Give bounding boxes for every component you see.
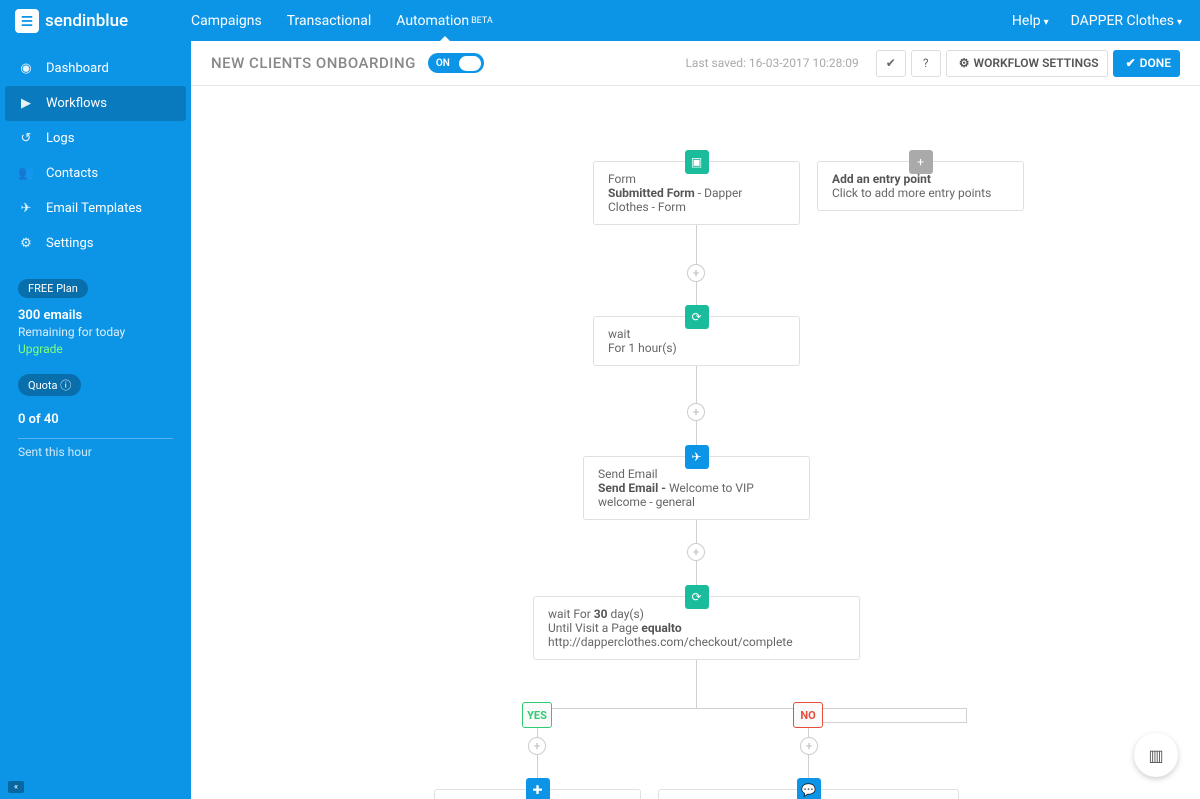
node-wait[interactable]: ⟳ wait For 1 hour(s) (593, 316, 800, 366)
check-icon: ✔ (1126, 56, 1136, 70)
email-icon: ✈ (18, 201, 34, 216)
sidebar-item-contacts[interactable]: 👥Contacts (0, 156, 191, 191)
add-step-button[interactable]: + (687, 543, 705, 561)
workflow-settings-button[interactable]: ⚙WORKFLOW SETTINGS (946, 50, 1108, 77)
remaining-label: Remaining for today (18, 325, 173, 339)
stats-fab[interactable]: ▥ (1134, 733, 1178, 777)
sidebar-item-settings[interactable]: ⚙Settings (0, 226, 191, 261)
gear-icon: ⚙ (18, 236, 34, 251)
done-button[interactable]: ✔DONE (1113, 50, 1180, 77)
sidebar-item-email-templates[interactable]: ✈Email Templates (0, 191, 191, 226)
add-step-button[interactable]: + (687, 264, 705, 282)
add-step-button[interactable]: + (528, 737, 546, 755)
chart-icon: ▥ (1148, 746, 1163, 765)
add-step-button[interactable]: + (800, 737, 818, 755)
nav-campaigns[interactable]: Campaigns (191, 0, 262, 41)
quota-value: 0 of 40 (0, 406, 191, 430)
nav-automation[interactable]: AutomationBETA (396, 0, 493, 41)
account-menu[interactable]: DAPPER Clothes▾ (1071, 13, 1182, 29)
confirm-button[interactable]: ✔ (876, 50, 906, 77)
sidebar-item-logs[interactable]: ↺Logs (0, 121, 191, 156)
chevron-down-icon: ▾ (1177, 17, 1182, 28)
logs-icon: ↺ (18, 131, 34, 146)
last-saved: Last saved: 16-03-2017 10:28:09 (685, 56, 858, 70)
add-contact-icon: ✚ (526, 778, 550, 799)
brand-name: sendinblue (45, 11, 128, 31)
check-icon: ✔ (886, 56, 896, 70)
top-nav: sendinblue Campaigns Transactional Autom… (0, 0, 1200, 41)
sidebar: ◉Dashboard ▶Workflows ↺Logs 👥Contacts ✈E… (0, 41, 191, 799)
chevron-down-icon: ▾ (1044, 17, 1049, 28)
logo-icon (15, 9, 39, 33)
sidebar-item-workflows[interactable]: ▶Workflows (5, 86, 186, 121)
brand-logo[interactable]: sendinblue (0, 9, 191, 33)
send-icon: ✈ (685, 445, 709, 469)
add-step-button[interactable]: + (687, 403, 705, 421)
info-icon: ⓘ (60, 379, 71, 392)
plus-icon: + (909, 150, 933, 174)
quota-pill: Quota ⓘ (18, 374, 81, 396)
sms-icon: 💬 (797, 778, 821, 799)
plan-block: FREE Plan 300 emails Remaining for today… (0, 261, 191, 374)
toggle-knob (459, 56, 481, 71)
upgrade-link[interactable]: Upgrade (18, 342, 173, 356)
node-add-contact[interactable]: ✚ Add Contact To a List Add Contact To a… (434, 789, 641, 799)
node-wait-until[interactable]: ⟳ wait For 30 day(s) Until Visit a Page … (533, 596, 860, 660)
help-menu[interactable]: Help▾ (1012, 13, 1049, 29)
toolbar: NEW CLIENTS ONBOARDING ON Last saved: 16… (191, 41, 1200, 86)
question-icon: ? (923, 56, 929, 70)
workflow-canvas[interactable]: ▣ Form Submitted Form - Dapper Clothes -… (191, 86, 1200, 799)
collapse-sidebar-button[interactable]: « (8, 781, 24, 793)
dashboard-icon: ◉ (18, 61, 34, 76)
contacts-icon: 👥 (18, 166, 34, 181)
node-add-entry-point[interactable]: + Add an entry point Click to add more e… (817, 161, 1024, 211)
plan-pill: FREE Plan (18, 279, 88, 298)
form-icon: ▣ (685, 150, 709, 174)
nav-transactional[interactable]: Transactional (287, 0, 372, 41)
sent-this-hour: Sent this hour (0, 439, 191, 465)
branch-no[interactable]: NO (793, 702, 823, 728)
emails-remaining: 300 emails (18, 308, 173, 323)
branch-yes[interactable]: YES (522, 702, 552, 728)
gear-icon: ⚙ (959, 56, 970, 70)
node-form-submitted[interactable]: ▣ Form Submitted Form - Dapper Clothes -… (593, 161, 800, 225)
node-send-sms[interactable]: 💬 Send Sms From Name - Dapper Message Co… (658, 789, 959, 799)
node-send-email[interactable]: ✈ Send Email Send Email - Welcome to VIP… (583, 456, 810, 520)
workflows-icon: ▶ (18, 96, 34, 111)
wait-icon: ⟳ (685, 585, 709, 609)
nav-right: Help▾ DAPPER Clothes▾ (1012, 13, 1200, 29)
wait-icon: ⟳ (685, 305, 709, 329)
sidebar-item-dashboard[interactable]: ◉Dashboard (0, 51, 191, 86)
workflow-on-toggle[interactable]: ON (428, 53, 484, 73)
workflow-title: NEW CLIENTS ONBOARDING (211, 54, 416, 72)
help-button[interactable]: ? (911, 50, 941, 77)
nav-links: Campaigns Transactional AutomationBETA (191, 0, 493, 41)
